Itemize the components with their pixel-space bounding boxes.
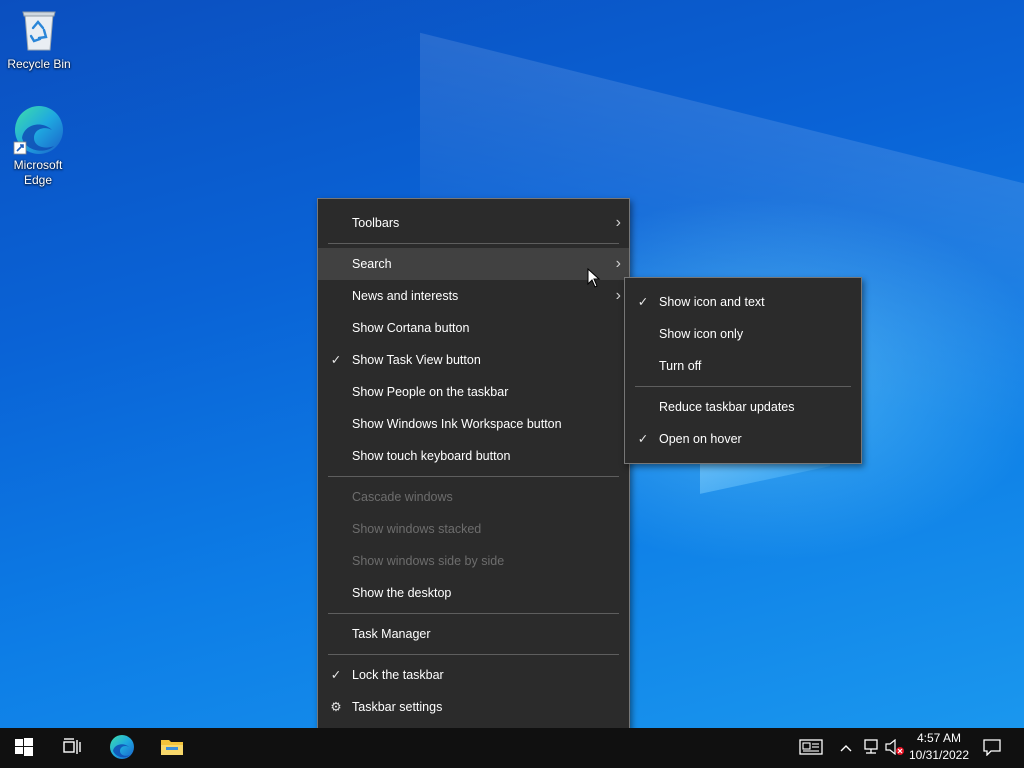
menu-item-label: Show touch keyboard button	[352, 449, 511, 463]
menu-item-lock-the-taskbar[interactable]: ✓ Lock the taskbar	[318, 659, 629, 691]
menu-item-label: Show windows side by side	[352, 554, 505, 568]
checkmark-icon: ✓	[330, 353, 342, 367]
menu-item-label: Open on hover	[659, 432, 742, 446]
menu-item-label: Show People on the taskbar	[352, 385, 509, 399]
submenu-item-show-icon-and-text[interactable]: ✓ Show icon and text	[625, 286, 861, 318]
menu-item-search[interactable]: Search ›	[318, 248, 629, 280]
menu-item-show-ink-workspace[interactable]: Show Windows Ink Workspace button	[318, 408, 629, 440]
taskbar-edge-button[interactable]	[98, 728, 146, 768]
menu-item-show-the-desktop[interactable]: Show the desktop	[318, 577, 629, 609]
menu-separator	[328, 654, 619, 655]
task-view-button[interactable]	[48, 728, 96, 768]
menu-item-label: Taskbar settings	[352, 700, 443, 714]
chevron-up-icon	[840, 741, 852, 755]
menu-item-label: Show icon and text	[659, 295, 765, 309]
recycle-bin-icon	[1, 6, 77, 57]
checkmark-icon: ✓	[637, 295, 649, 309]
menu-item-label: Cascade windows	[352, 490, 453, 504]
task-view-icon	[62, 737, 82, 759]
menu-item-show-people[interactable]: Show People on the taskbar	[318, 376, 629, 408]
menu-item-taskbar-settings[interactable]: ⚙ Taskbar settings	[318, 691, 629, 723]
submenu-item-show-icon-only[interactable]: Show icon only	[625, 318, 861, 350]
taskbar-file-explorer-button[interactable]	[148, 728, 196, 768]
submenu-item-open-on-hover[interactable]: ✓ Open on hover	[625, 423, 861, 455]
menu-item-show-cortana-button[interactable]: Show Cortana button	[318, 312, 629, 344]
chevron-right-icon: ›	[615, 255, 621, 272]
desktop-icon-label: Recycle Bin	[7, 57, 71, 71]
menu-item-label: Show Windows Ink Workspace button	[352, 417, 562, 431]
menu-item-label: Search	[352, 257, 392, 271]
chevron-right-icon: ›	[615, 287, 621, 304]
menu-item-label: Turn off	[659, 359, 702, 373]
menu-item-label: Reduce taskbar updates	[659, 400, 795, 414]
desktop-icon-edge[interactable]: Microsoft Edge	[0, 104, 76, 188]
clock-date: 10/31/2022	[908, 748, 970, 762]
network-icon	[862, 738, 880, 758]
menu-separator	[328, 243, 619, 244]
submenu-item-turn-off[interactable]: Turn off	[625, 350, 861, 382]
clock-time: 4:57 AM	[916, 731, 962, 745]
menu-item-label: Task Manager	[352, 627, 431, 641]
desktop-icon-recycle-bin[interactable]: Recycle Bin	[1, 6, 77, 72]
notification-icon	[983, 738, 1001, 759]
menu-item-show-task-view-button[interactable]: ✓ Show Task View button	[318, 344, 629, 376]
gear-icon: ⚙	[330, 700, 342, 714]
taskbar: 4:57 AM 10/31/2022	[0, 728, 1024, 768]
edge-icon	[109, 734, 135, 763]
edge-icon	[12, 104, 64, 158]
menu-item-task-manager[interactable]: Task Manager	[318, 618, 629, 650]
network-button[interactable]	[860, 728, 882, 768]
menu-item-label: Show windows stacked	[352, 522, 482, 536]
menu-item-toolbars[interactable]: Toolbars ›	[318, 207, 629, 239]
menu-item-label: Show icon only	[659, 327, 744, 341]
menu-item-news-and-interests[interactable]: News and interests ›	[318, 280, 629, 312]
start-button[interactable]	[0, 728, 48, 768]
menu-item-show-touch-keyboard[interactable]: Show touch keyboard button	[318, 440, 629, 472]
menu-item-cascade-windows: Cascade windows	[318, 481, 629, 513]
checkmark-icon: ✓	[330, 668, 342, 682]
file-explorer-icon	[160, 737, 184, 760]
start-icon	[15, 737, 33, 759]
menu-separator	[635, 386, 851, 387]
menu-item-show-windows-stacked: Show windows stacked	[318, 513, 629, 545]
submenu-item-reduce-taskbar-updates[interactable]: Reduce taskbar updates	[625, 391, 861, 423]
news-icon	[799, 738, 823, 758]
show-hidden-icons-button[interactable]	[836, 728, 856, 768]
menu-item-label: Show Task View button	[352, 353, 481, 367]
checkmark-icon: ✓	[637, 432, 649, 446]
menu-item-label: Lock the taskbar	[352, 668, 444, 682]
menu-item-label: Show Cortana button	[352, 321, 470, 335]
taskbar-context-menu: Toolbars › Search › News and interests ›…	[317, 198, 630, 732]
menu-item-label: Show the desktop	[352, 586, 452, 600]
menu-separator	[328, 476, 619, 477]
menu-item-label: Toolbars	[352, 216, 400, 230]
mouse-cursor-icon	[587, 267, 601, 291]
chevron-right-icon: ›	[615, 214, 621, 231]
news-and-interests-button[interactable]	[796, 728, 826, 768]
menu-item-show-windows-side-by-side: Show windows side by side	[318, 545, 629, 577]
action-center-button[interactable]	[978, 728, 1006, 768]
search-submenu: ✓ Show icon and text Show icon only Turn…	[624, 277, 862, 464]
clock[interactable]: 4:57 AM 10/31/2022	[900, 730, 978, 764]
desktop-icon-label: Microsoft Edge	[13, 158, 63, 187]
menu-item-label: News and interests	[352, 289, 459, 303]
menu-separator	[328, 613, 619, 614]
